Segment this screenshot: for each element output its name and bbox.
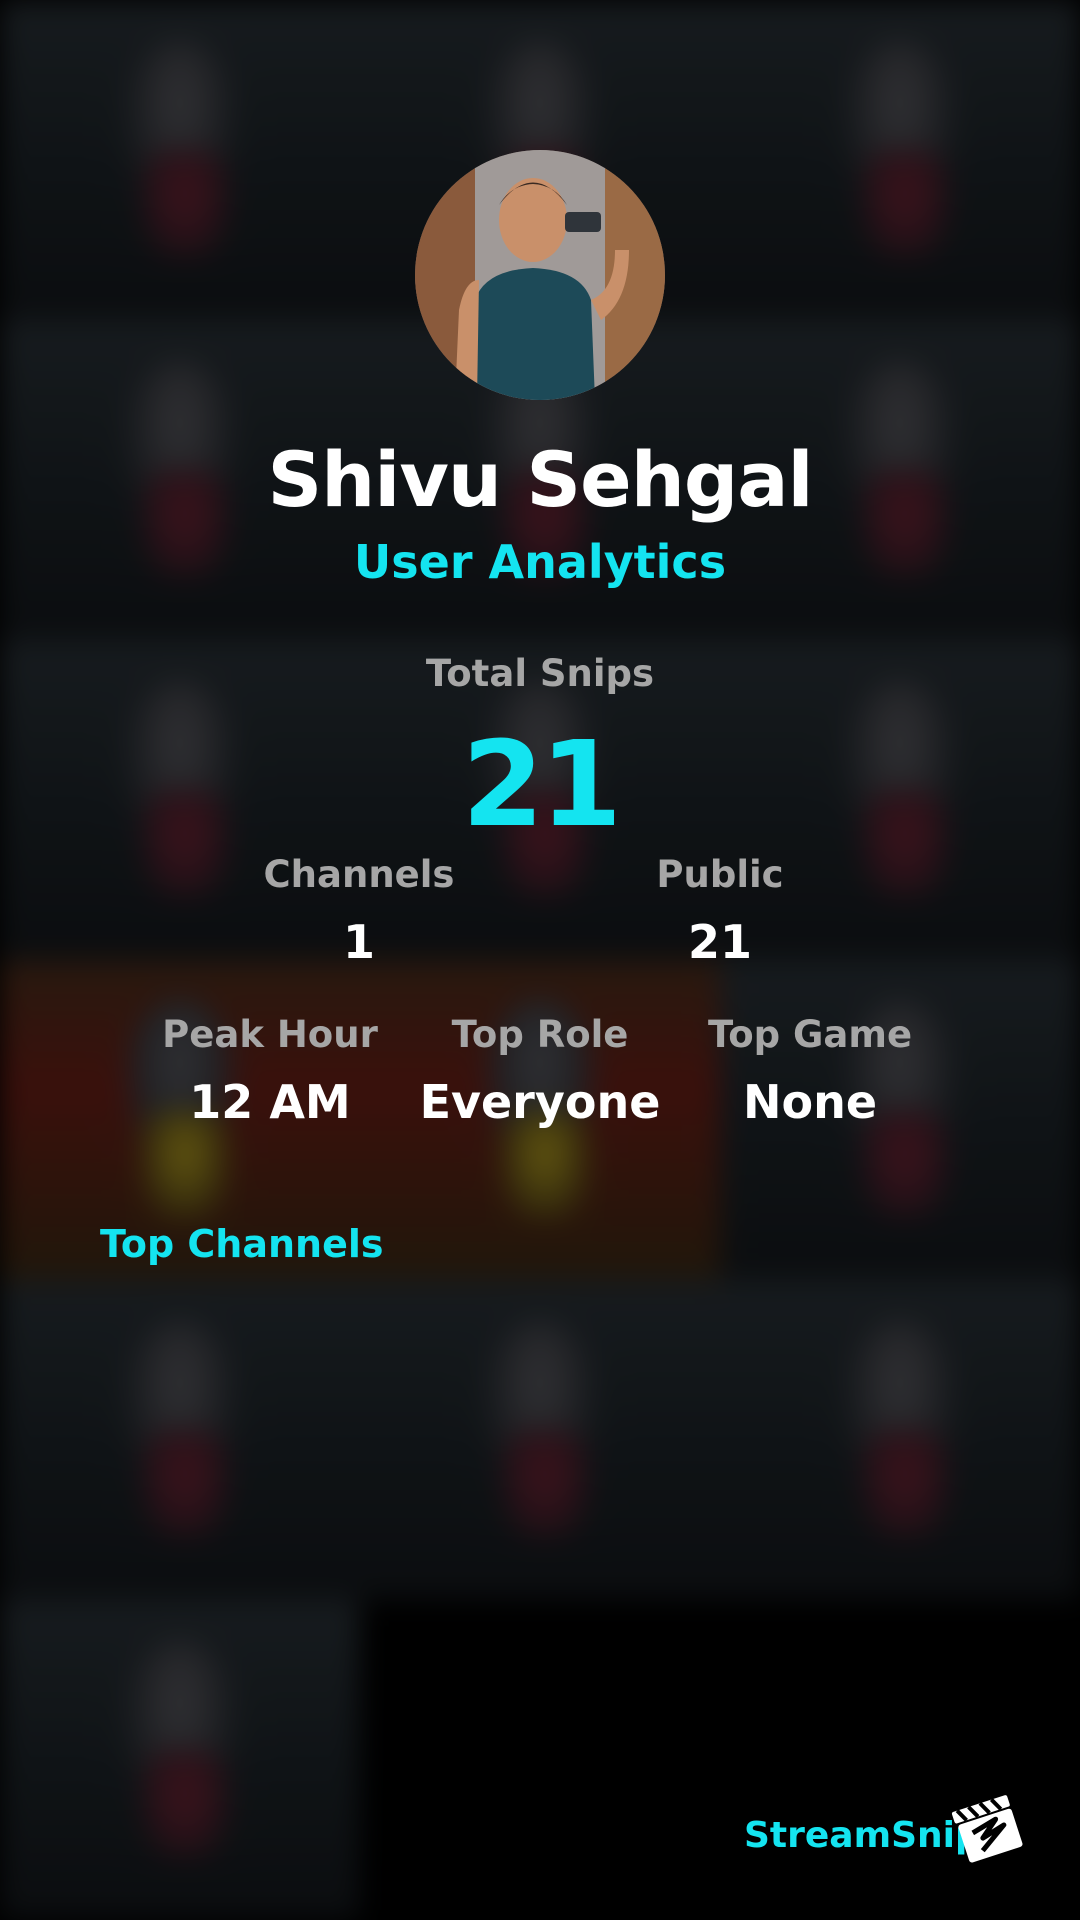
channels-label: Channels	[263, 853, 455, 896]
top-game-label: Top Game	[707, 1013, 913, 1056]
clapperboard-icon	[950, 1790, 1026, 1866]
top-role-label: Top Role	[451, 1013, 629, 1056]
analytics-card: Shivu Sehgal User Analytics Total Snips …	[0, 0, 1080, 1920]
peak-hour-label: Peak Hour	[162, 1013, 378, 1056]
page-subtitle: User Analytics	[353, 535, 727, 589]
public-label: Public	[656, 853, 784, 896]
brand-name: StreamSnip	[744, 1815, 981, 1856]
top-channels-title: Top Channels	[100, 1222, 384, 1266]
top-role-value: Everyone	[419, 1075, 661, 1129]
avatar	[415, 150, 665, 400]
total-snips-label: Total Snips	[425, 652, 655, 695]
channels-value: 1	[342, 915, 375, 969]
avatar-photo	[415, 150, 665, 400]
total-snips-value: 21	[461, 715, 622, 853]
peak-hour-value: 12 AM	[189, 1075, 351, 1129]
content-layer: Shivu Sehgal User Analytics Total Snips …	[0, 0, 1080, 1920]
public-value: 21	[687, 915, 752, 969]
top-game-value: None	[742, 1075, 878, 1129]
user-name: Shivu Sehgal	[267, 435, 813, 524]
